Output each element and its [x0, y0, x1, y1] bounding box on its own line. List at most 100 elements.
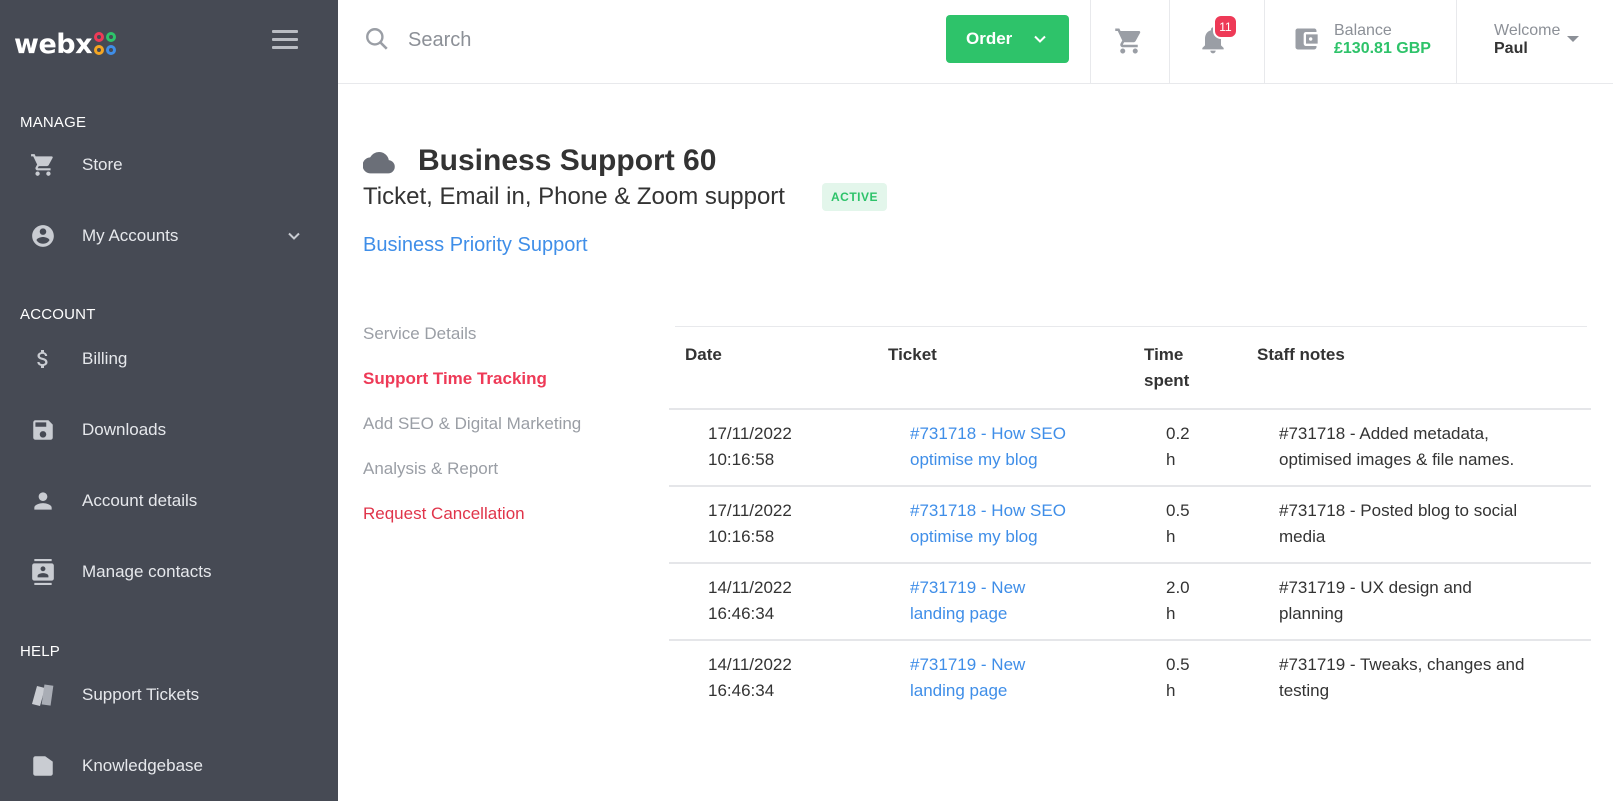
sidebar-item-label: Billing: [82, 349, 128, 368]
cloud-icon: [363, 151, 395, 174]
service-menu-service-details[interactable]: Service Details: [363, 324, 476, 344]
row-divider: [669, 485, 1591, 487]
cell-time-spent: 0.2 h: [1166, 421, 1190, 473]
sidebar-item-label: Manage contacts: [82, 562, 212, 581]
date-value: 17/11/2022: [708, 501, 792, 520]
balance-label: Balance: [1334, 22, 1392, 39]
user-name[interactable]: Paul: [1494, 40, 1528, 58]
divider: [1090, 0, 1091, 84]
cell-date: 17/11/2022 10:16:58: [708, 498, 792, 550]
ticket-link[interactable]: #731719 - New landing page: [910, 575, 1025, 627]
ticket-line: optimise my blog: [910, 450, 1038, 469]
header-line: spent: [1144, 371, 1190, 390]
welcome-label: Welcome: [1494, 22, 1561, 39]
sidebar-item-label: Downloads: [82, 420, 167, 439]
chevron-down-icon[interactable]: [286, 228, 302, 244]
cart-icon[interactable]: [1114, 26, 1144, 56]
ticket-line: #731718 - How SEO: [910, 424, 1066, 443]
logo-text: webx: [14, 28, 93, 60]
status-badge: ACTIVE: [822, 183, 888, 211]
spent-unit: h: [1166, 527, 1176, 546]
tickets-icon: [29, 681, 57, 709]
row-divider: [669, 562, 1591, 564]
ticket-link[interactable]: #731719 - New landing page: [910, 652, 1025, 704]
ticket-line: optimise my blog: [910, 527, 1038, 546]
notes-line: optimised images & file names.: [1279, 450, 1515, 469]
sidebar-item-manage-contacts[interactable]: Manage contacts: [0, 548, 338, 596]
cell-time-spent: 2.0 h: [1166, 575, 1190, 627]
ticket-line: #731719 - New: [910, 655, 1026, 674]
save-icon: [29, 416, 57, 444]
sidebar-item-billing[interactable]: Billing: [0, 335, 338, 383]
sidebar-item-knowledgebase[interactable]: Knowledgebase: [0, 742, 338, 790]
column-header-ticket: Ticket: [888, 345, 937, 364]
cart-icon: [29, 151, 57, 179]
row-divider: [669, 639, 1591, 641]
service-menu-add-seo[interactable]: Add SEO & Digital Marketing: [363, 414, 581, 434]
sidebar-item-label: Knowledgebase: [82, 756, 203, 775]
divider: [1264, 0, 1265, 84]
person-icon: [29, 487, 57, 515]
cell-staff-notes: #731718 - Added metadata, optimised imag…: [1279, 421, 1514, 473]
notes-line: #731718 - Posted blog to social: [1279, 501, 1518, 520]
page-subtitle: Ticket, Email in, Phone & Zoom support: [363, 183, 785, 210]
section-label-help: HELP: [20, 643, 60, 660]
notes-line: #731719 - Tweaks, changes and: [1279, 655, 1525, 674]
divider: [1169, 0, 1170, 84]
cell-staff-notes: #731719 - UX design and planning: [1279, 575, 1472, 627]
header-line: Time: [1144, 345, 1184, 364]
cell-staff-notes: #731718 - Posted blog to social media: [1279, 498, 1517, 550]
sidebar-item-account-details[interactable]: Account details: [0, 477, 338, 525]
sidebar-item-downloads[interactable]: Downloads: [0, 406, 338, 454]
ticket-line: landing page: [910, 604, 1008, 623]
ticket-line: landing page: [910, 681, 1008, 700]
notes-line: #731719 - UX design and: [1279, 578, 1472, 597]
section-label-manage: MANAGE: [20, 114, 87, 131]
cell-staff-notes: #731719 - Tweaks, changes and testing: [1279, 652, 1524, 704]
book-icon: [29, 752, 57, 780]
time-value: 16:46:34: [708, 604, 775, 623]
cell-date: 14/11/2022 16:46:34: [708, 652, 792, 704]
divider: [1456, 0, 1457, 84]
logo-88-icon: [93, 31, 117, 57]
ticket-line: #731719 - New: [910, 578, 1026, 597]
menu-toggle-icon[interactable]: [272, 30, 298, 52]
row-divider: [669, 408, 1591, 410]
order-button[interactable]: Order: [946, 15, 1069, 63]
time-value: 10:16:58: [708, 527, 775, 546]
sidebar-item-support-tickets[interactable]: Support Tickets: [0, 671, 338, 719]
ticket-link[interactable]: #731718 - How SEO optimise my blog: [910, 498, 1066, 550]
spent-value: 0.5: [1166, 501, 1190, 520]
notes-line: media: [1279, 527, 1326, 546]
date-value: 14/11/2022: [708, 578, 792, 597]
notification-badge: 11: [1213, 14, 1238, 39]
sidebar-item-label: Store: [82, 155, 123, 174]
search-input[interactable]: [408, 22, 828, 58]
service-group-link[interactable]: Business Priority Support: [363, 234, 588, 257]
service-menu-support-time-tracking[interactable]: Support Time Tracking: [363, 369, 547, 389]
balance-value: £130.81 GBP: [1334, 40, 1431, 57]
search-icon[interactable]: [364, 26, 390, 52]
date-value: 17/11/2022: [708, 424, 792, 443]
logo[interactable]: webx: [14, 26, 117, 62]
cell-date: 17/11/2022 10:16:58: [708, 421, 792, 473]
service-menu-analysis-report[interactable]: Analysis & Report: [363, 459, 498, 479]
spent-unit: h: [1166, 604, 1176, 623]
order-button-label: Order: [966, 29, 1013, 48]
sidebar-item-store[interactable]: Store: [0, 141, 338, 189]
time-value: 10:16:58: [708, 450, 775, 469]
topbar: Order 11 Balance £130.81 GBP Welcome Pau…: [338, 0, 1613, 84]
sidebar-item-label: Account details: [82, 491, 198, 510]
caret-down-icon[interactable]: [1566, 34, 1580, 44]
chevron-down-icon: [1034, 35, 1046, 43]
spent-unit: h: [1166, 450, 1176, 469]
notes-line: planning: [1279, 604, 1344, 623]
account-circle-icon: [29, 222, 57, 250]
notes-line: testing: [1279, 681, 1330, 700]
sidebar-item-label: Support Tickets: [82, 685, 200, 704]
sidebar-item-my-accounts[interactable]: My Accounts: [0, 212, 338, 260]
ticket-line: #731718 - How SEO: [910, 501, 1066, 520]
ticket-link[interactable]: #731718 - How SEO optimise my blog: [910, 421, 1066, 473]
service-menu-request-cancellation[interactable]: Request Cancellation: [363, 504, 525, 524]
page-title: Business Support 60: [418, 144, 717, 177]
